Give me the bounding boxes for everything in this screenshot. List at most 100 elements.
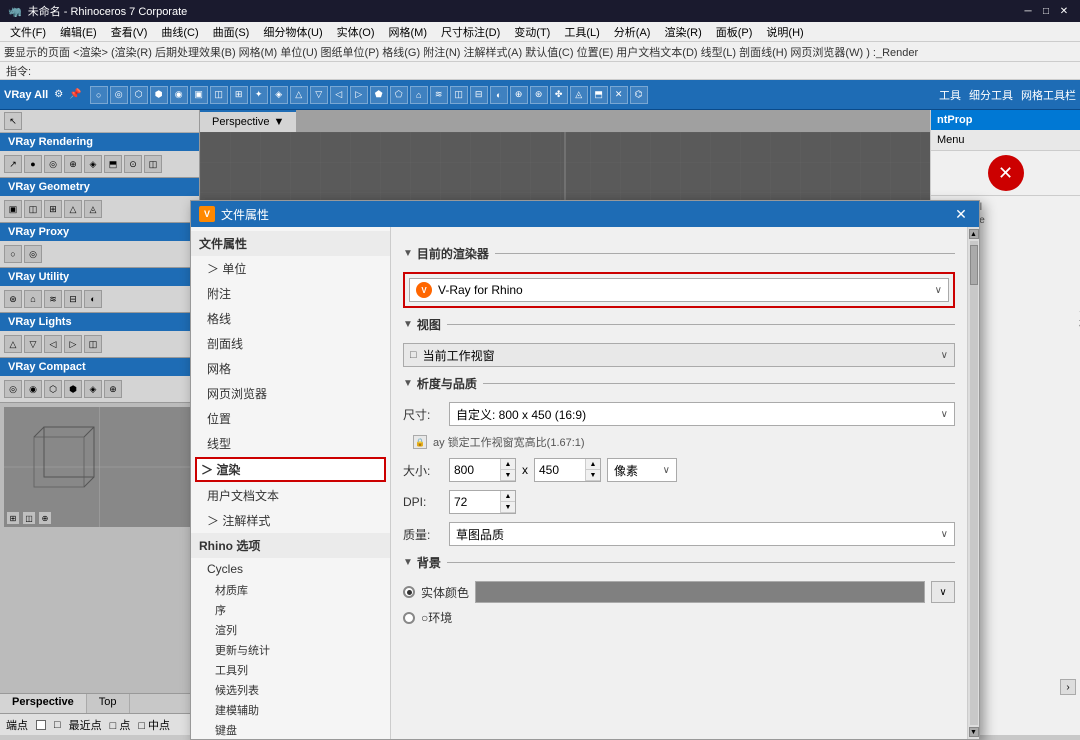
height-up[interactable]: ▲ bbox=[586, 459, 600, 470]
bg-env-radio[interactable] bbox=[403, 612, 415, 624]
bg-toggle[interactable]: ▼ bbox=[403, 557, 413, 568]
sidebar-lights-header[interactable]: VRay Lights bbox=[0, 313, 199, 331]
vray-icon-8[interactable]: ⊞ bbox=[230, 86, 248, 104]
compact-icon-4[interactable]: ⬢ bbox=[64, 380, 82, 398]
rendering-icon-8[interactable]: ◫ bbox=[144, 155, 162, 173]
lights-icon-5[interactable]: ◫ bbox=[84, 335, 102, 353]
scrollbar-thumb[interactable] bbox=[970, 245, 978, 285]
vray-icon-13[interactable]: ◁ bbox=[330, 86, 348, 104]
tree-item-unit[interactable]: ＞ 单位 bbox=[191, 256, 390, 281]
rendering-icon-7[interactable]: ⊙ bbox=[124, 155, 142, 173]
tree-item-usertext[interactable]: 用户文档文本 bbox=[191, 483, 390, 508]
width-down[interactable]: ▼ bbox=[501, 470, 515, 481]
rendering-icon-3[interactable]: ◎ bbox=[44, 155, 62, 173]
vray-icon-22[interactable]: ⊕ bbox=[510, 86, 528, 104]
close-button[interactable]: ✕ bbox=[1056, 3, 1072, 19]
bg-solid-radio[interactable] bbox=[403, 586, 415, 598]
pointer-tool[interactable]: ↖ bbox=[4, 112, 22, 130]
view-toggle[interactable]: ▼ bbox=[403, 319, 413, 330]
lights-icon-1[interactable]: △ bbox=[4, 335, 22, 353]
vray-icon-18[interactable]: ≋ bbox=[430, 86, 448, 104]
lights-icon-4[interactable]: ▷ bbox=[64, 335, 82, 353]
tree-item-annstyle[interactable]: ＞ 注解样式 bbox=[191, 508, 390, 533]
renderer-toggle[interactable]: ▼ bbox=[403, 248, 413, 259]
tree-item-updatestats[interactable]: 更新与统计 bbox=[191, 640, 390, 660]
menu-transform[interactable]: 变动(T) bbox=[508, 22, 556, 42]
view-dropdown[interactable]: □ 当前工作视窗 ∨ bbox=[403, 343, 955, 367]
menu-curve[interactable]: 曲线(C) bbox=[155, 22, 204, 42]
vray-icon-21[interactable]: ◐ bbox=[490, 86, 508, 104]
proxy-icon-1[interactable]: ○ bbox=[4, 245, 22, 263]
rendering-icon-4[interactable]: ⊕ bbox=[64, 155, 82, 173]
menu-panel[interactable]: 面板(P) bbox=[710, 22, 759, 42]
tree-item-browser[interactable]: 网页浏览器 bbox=[191, 381, 390, 406]
resolution-toggle[interactable]: ▼ bbox=[403, 378, 413, 389]
utility-icon-3[interactable]: ≋ bbox=[44, 290, 62, 308]
minimize-button[interactable]: ─ bbox=[1020, 3, 1036, 19]
vray-icon-12[interactable]: ▽ bbox=[310, 86, 328, 104]
vray-icon-1[interactable]: ○ bbox=[90, 86, 108, 104]
menu-view[interactable]: 查看(V) bbox=[105, 22, 154, 42]
maximize-button[interactable]: □ bbox=[1038, 3, 1054, 19]
dpi-up[interactable]: ▲ bbox=[501, 491, 515, 502]
tree-item-annotation[interactable]: 附注 bbox=[191, 281, 390, 306]
tree-item-mesh[interactable]: 网格 bbox=[191, 356, 390, 381]
vray-icon-7[interactable]: ◫ bbox=[210, 86, 228, 104]
tree-item-keyboard[interactable]: 键盘 bbox=[191, 720, 390, 739]
quality-dropdown[interactable]: 草图品质 ∨ bbox=[449, 522, 955, 546]
proxy-icon-2[interactable]: ◎ bbox=[24, 245, 42, 263]
geometry-icon-3[interactable]: ⊞ bbox=[44, 200, 62, 218]
tree-item-cycles[interactable]: Cycles bbox=[191, 558, 390, 580]
vray-icon-19[interactable]: ◫ bbox=[450, 86, 468, 104]
tree-item-materiallib[interactable]: 材质库 bbox=[191, 580, 390, 600]
width-input[interactable]: ▲ ▼ bbox=[449, 458, 516, 482]
vray-icon-20[interactable]: ⊟ bbox=[470, 86, 488, 104]
geometry-icon-2[interactable]: ◫ bbox=[24, 200, 42, 218]
compact-icon-5[interactable]: ◈ bbox=[84, 380, 102, 398]
width-field[interactable] bbox=[450, 459, 500, 481]
menu-surface[interactable]: 曲面(S) bbox=[207, 22, 256, 42]
lights-icon-2[interactable]: ▽ bbox=[24, 335, 42, 353]
scrollbar-up[interactable]: ▲ bbox=[969, 229, 979, 239]
vray-icon-5[interactable]: ◉ bbox=[170, 86, 188, 104]
vray-icon-23[interactable]: ⊛ bbox=[530, 86, 548, 104]
tree-item-seq[interactable]: 序 bbox=[191, 600, 390, 620]
lights-icon-3[interactable]: ◁ bbox=[44, 335, 62, 353]
sidebar-rendering-header[interactable]: VRay Rendering bbox=[0, 133, 199, 151]
geometry-icon-1[interactable]: ▣ bbox=[4, 200, 22, 218]
vray-icon-2[interactable]: ◎ bbox=[110, 86, 128, 104]
utility-icon-2[interactable]: ⌂ bbox=[24, 290, 42, 308]
vray-icon-15[interactable]: ⬟ bbox=[370, 86, 388, 104]
vray-icon-10[interactable]: ◈ bbox=[270, 86, 288, 104]
vray-icon-6[interactable]: ▣ bbox=[190, 86, 208, 104]
tree-item-location[interactable]: 位置 bbox=[191, 406, 390, 431]
sidebar-geometry-header[interactable]: VRay Geometry bbox=[0, 178, 199, 196]
vray-icon-28[interactable]: ⌬ bbox=[630, 86, 648, 104]
tree-item-linetype[interactable]: 线型 bbox=[191, 431, 390, 456]
dialog-scrollbar[interactable]: ▲ ▼ bbox=[967, 227, 979, 739]
dpi-input[interactable]: ▲ ▼ bbox=[449, 490, 516, 514]
tree-item-renderlist[interactable]: 渲列 bbox=[191, 620, 390, 640]
expand-arrow[interactable]: › bbox=[1060, 679, 1076, 695]
scrollbar-down[interactable]: ▼ bbox=[969, 727, 979, 737]
utility-icon-1[interactable]: ⊛ bbox=[4, 290, 22, 308]
compact-icon-2[interactable]: ◉ bbox=[24, 380, 42, 398]
renderer-dropdown[interactable]: V V-Ray for Rhino ∨ bbox=[409, 278, 949, 302]
vray-icon-17[interactable]: ⌂ bbox=[410, 86, 428, 104]
utility-icon-4[interactable]: ⊟ bbox=[64, 290, 82, 308]
vray-icon-9[interactable]: ✦ bbox=[250, 86, 268, 104]
size-dropdown[interactable]: 自定义: 800 x 450 (16:9) ∨ bbox=[449, 402, 955, 426]
endpoint-checkbox[interactable] bbox=[36, 720, 46, 730]
vray-icon-25[interactable]: ◬ bbox=[570, 86, 588, 104]
rendering-icon-2[interactable]: ● bbox=[24, 155, 42, 173]
geometry-icon-4[interactable]: △ bbox=[64, 200, 82, 218]
bg-color-arrow[interactable]: ∨ bbox=[931, 581, 955, 603]
3d-tool-2[interactable]: ◫ bbox=[22, 511, 36, 525]
menu-analyze[interactable]: 分析(A) bbox=[608, 22, 657, 42]
vray-icon-14[interactable]: ▷ bbox=[350, 86, 368, 104]
vray-icon-16[interactable]: ⬠ bbox=[390, 86, 408, 104]
vray-settings-icon[interactable]: ⚙ bbox=[54, 89, 63, 100]
height-input[interactable]: ▲ ▼ bbox=[534, 458, 601, 482]
3d-tool-3[interactable]: ⊕ bbox=[38, 511, 52, 525]
compact-icon-6[interactable]: ⊕ bbox=[104, 380, 122, 398]
